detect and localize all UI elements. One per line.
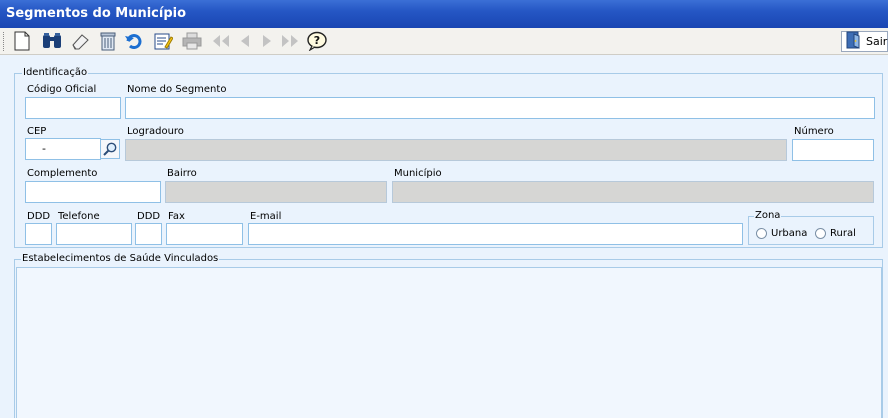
radio-circle <box>756 228 767 239</box>
toolbar: ? Sair <box>0 28 888 55</box>
zona-rural-radio[interactable]: Rural <box>815 228 856 239</box>
window-title: Segmentos do Município <box>6 6 187 21</box>
eraser-icon[interactable] <box>68 30 91 52</box>
bairro-input[interactable] <box>165 181 387 203</box>
ddd-fax-input[interactable] <box>135 223 162 245</box>
exit-door-icon <box>845 31 863 52</box>
logradouro-label: Logradouro <box>127 126 184 137</box>
svg-text:?: ? <box>313 34 319 47</box>
estabelecimentos-grid[interactable] <box>16 267 882 418</box>
next-record-icon[interactable] <box>255 30 278 52</box>
nome-segmento-label: Nome do Segmento <box>127 84 227 95</box>
ddd-telefone-label: DDD <box>27 211 51 222</box>
exit-label: Sair <box>866 35 888 48</box>
cep-input[interactable] <box>25 138 101 160</box>
logradouro-input[interactable] <box>125 139 787 161</box>
identificacao-legend: Identificação <box>22 67 89 79</box>
complemento-label: Complemento <box>27 168 98 179</box>
ddd-fax-label: DDD <box>137 211 161 222</box>
radio-circle <box>815 228 826 239</box>
fax-input[interactable] <box>166 223 243 245</box>
municipio-label: Município <box>394 168 442 179</box>
cep-value: - <box>42 142 46 155</box>
exit-button[interactable]: Sair <box>841 31 888 52</box>
trash-icon[interactable] <box>96 30 119 52</box>
cep-label: CEP <box>27 126 47 137</box>
cep-search-button[interactable] <box>100 139 120 159</box>
ddd-telefone-input[interactable] <box>25 223 52 245</box>
window-title-bar: Segmentos do Município <box>0 0 888 28</box>
numero-label: Número <box>794 126 834 137</box>
form-content: Identificação Código Oficial Nome do Seg… <box>0 56 888 418</box>
print-icon[interactable] <box>180 30 203 52</box>
zona-urbana-radio[interactable]: Urbana <box>756 228 807 239</box>
magnifier-icon <box>103 142 117 156</box>
email-input[interactable] <box>248 223 743 245</box>
fax-label: Fax <box>168 211 185 222</box>
edit-note-icon[interactable] <box>151 30 174 52</box>
binoculars-search-icon[interactable] <box>40 30 63 52</box>
new-document-icon[interactable] <box>10 30 33 52</box>
undo-icon[interactable] <box>122 30 145 52</box>
last-record-icon[interactable] <box>278 30 301 52</box>
complemento-input[interactable] <box>25 181 161 203</box>
previous-record-icon[interactable] <box>233 30 256 52</box>
codigo-oficial-label: Código Oficial <box>27 84 97 95</box>
zona-urbana-label: Urbana <box>771 228 808 239</box>
estabelecimentos-legend: Estabelecimentos de Saúde Vinculados <box>21 253 220 265</box>
municipio-input[interactable] <box>392 181 874 203</box>
zona-legend: Zona <box>754 210 782 222</box>
toolbar-grip <box>3 32 5 51</box>
codigo-oficial-input[interactable] <box>25 97 121 119</box>
first-record-icon[interactable] <box>209 30 232 52</box>
numero-input[interactable] <box>792 139 874 161</box>
nome-segmento-input[interactable] <box>125 97 875 119</box>
telefone-label: Telefone <box>58 211 100 222</box>
bairro-label: Bairro <box>167 168 197 179</box>
zona-rural-label: Rural <box>830 228 856 239</box>
email-label: E-mail <box>250 211 282 222</box>
help-icon[interactable]: ? <box>305 30 328 52</box>
telefone-input[interactable] <box>56 223 132 245</box>
